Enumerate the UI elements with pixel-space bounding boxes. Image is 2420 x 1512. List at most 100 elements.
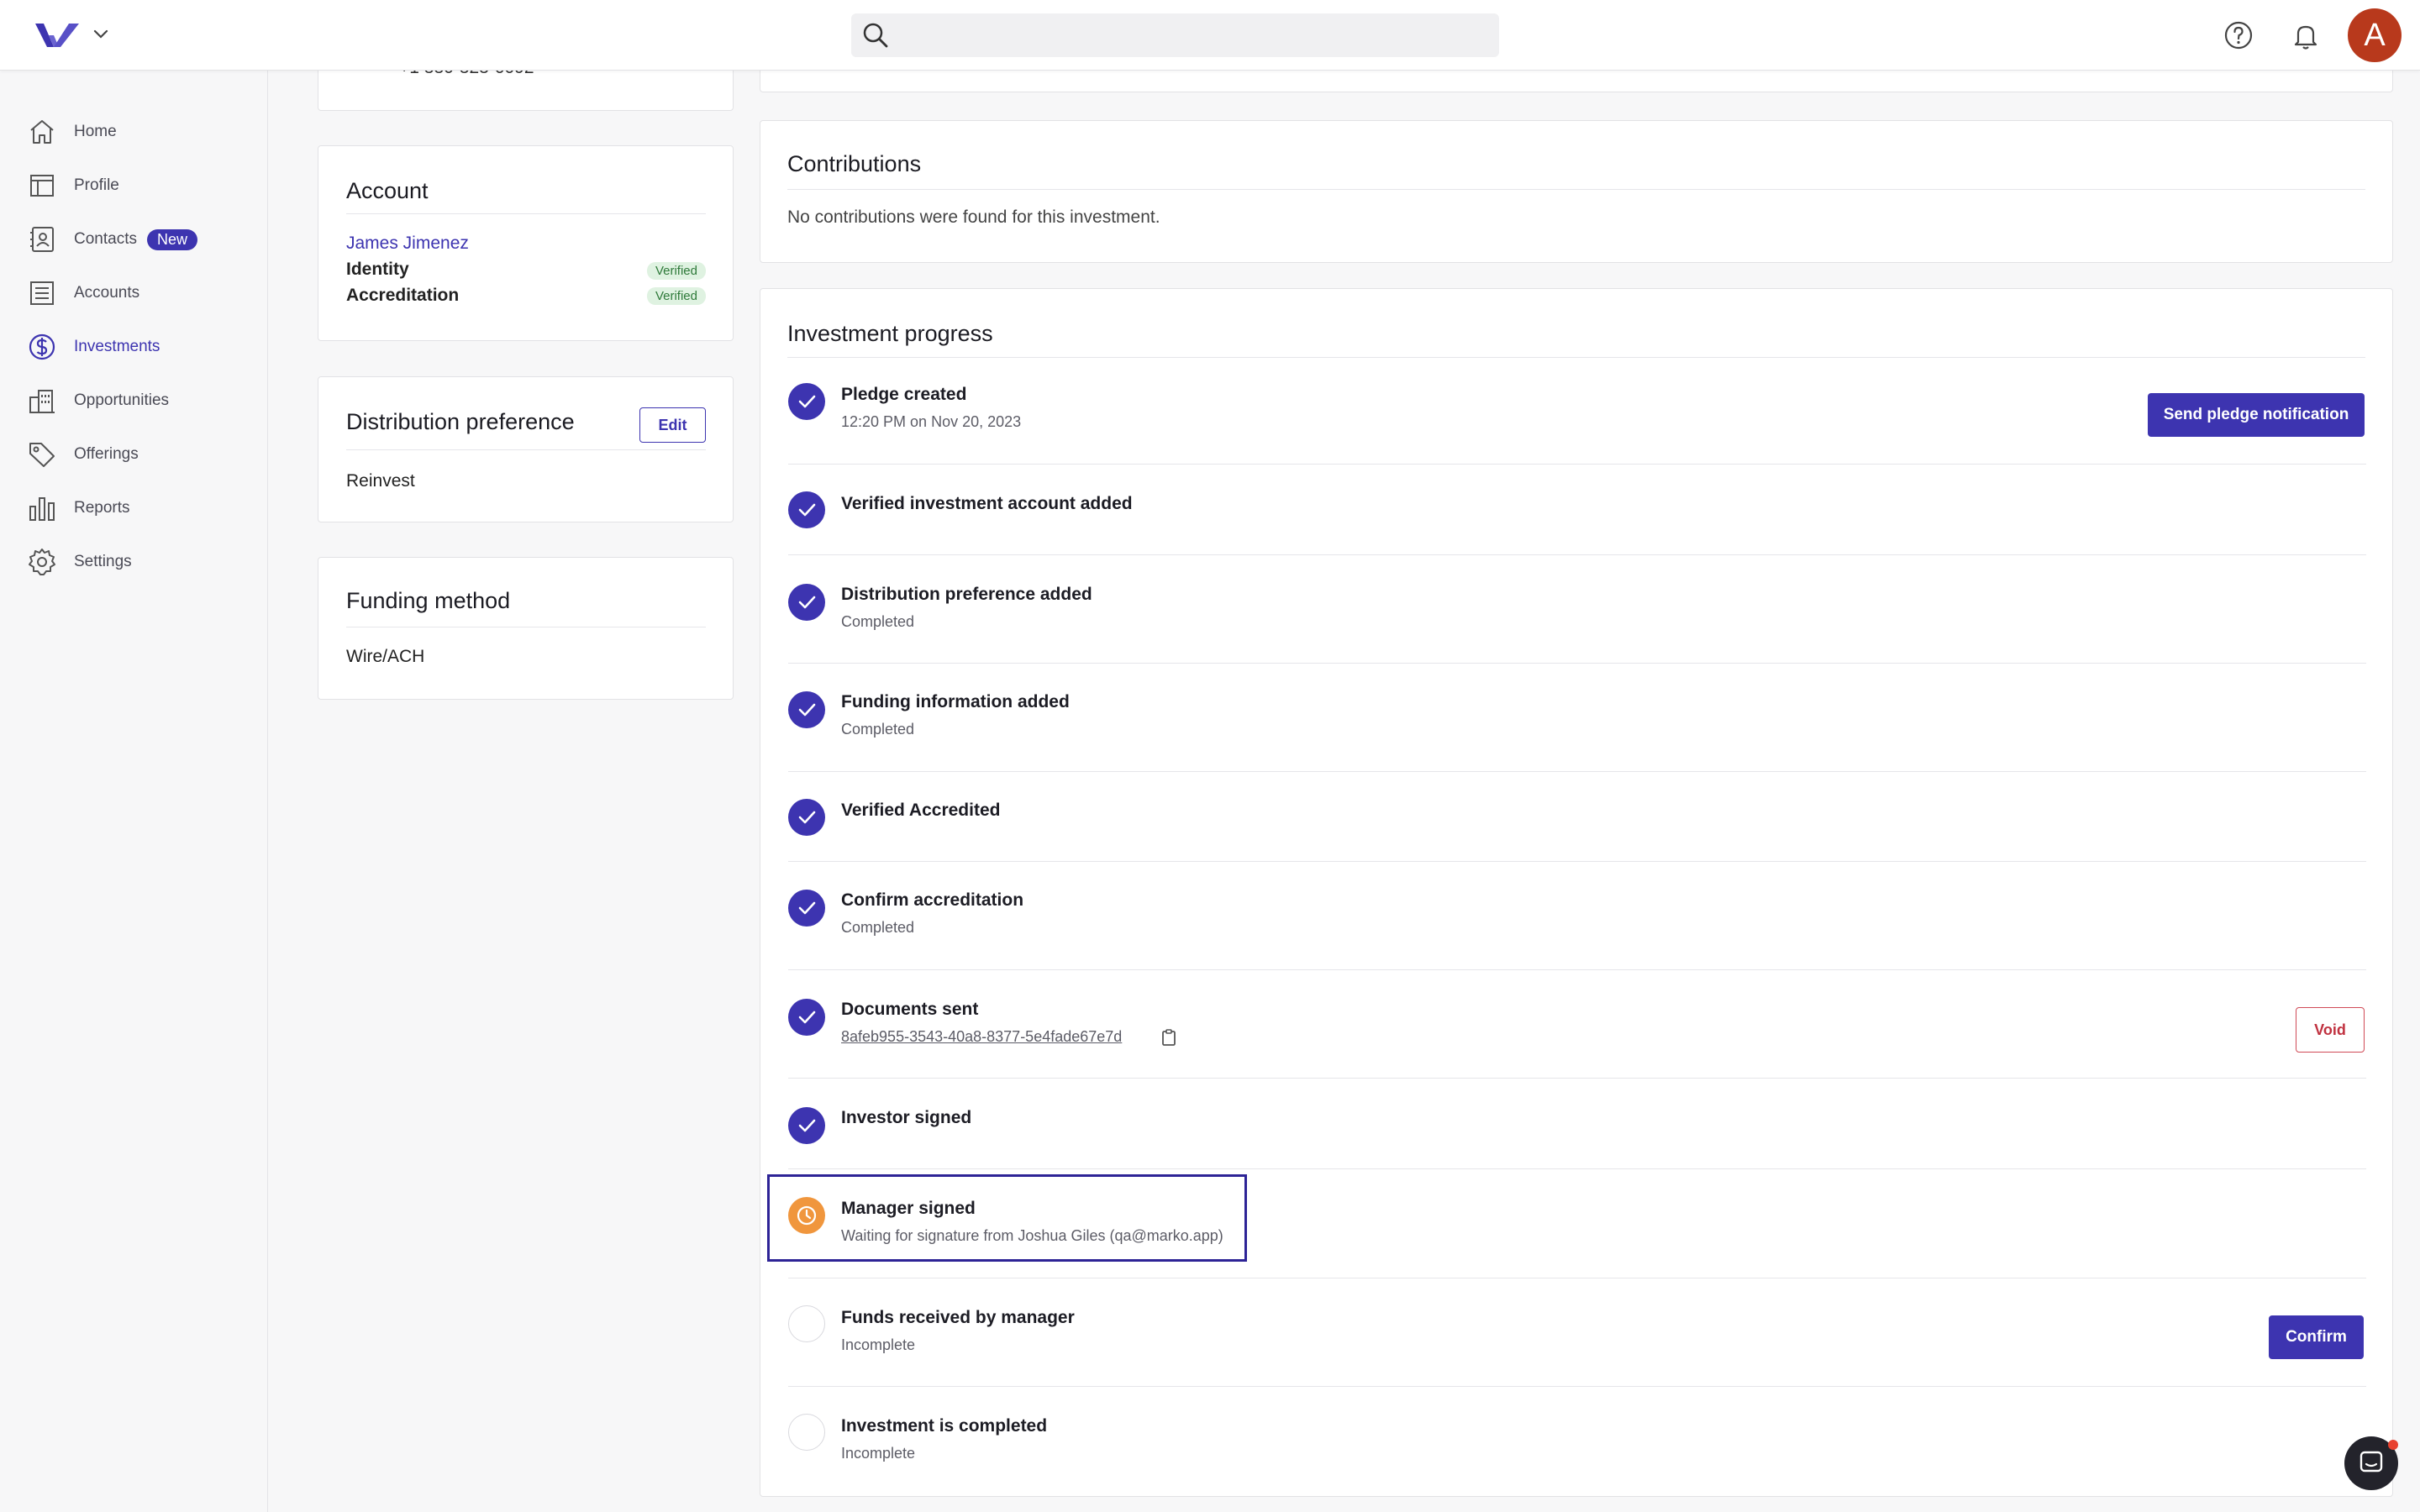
notification-dot — [2388, 1440, 2398, 1450]
empty-status-icon — [788, 1305, 825, 1342]
highlight-box — [767, 1174, 1247, 1262]
contributions-card: Contributions No contributions were foun… — [760, 120, 2393, 263]
check-icon — [788, 491, 825, 528]
step-subtitle: Incomplete — [841, 1445, 916, 1462]
step-confirm-accreditation: Confirm accreditation Completed — [765, 862, 2366, 970]
check-icon — [788, 999, 825, 1036]
edit-button[interactable]: Edit — [639, 407, 706, 443]
divider — [787, 189, 2365, 190]
sidebar-item-label: Opportunities — [74, 391, 170, 409]
empty-status-icon — [788, 1414, 825, 1451]
check-icon — [788, 890, 825, 927]
search-icon — [863, 23, 888, 48]
home-icon — [30, 120, 54, 144]
sidebar-item-home[interactable]: Home — [27, 115, 117, 149]
help-icon[interactable] — [2222, 18, 2255, 52]
account-title: Account — [346, 178, 429, 203]
sidebar: Home Profile Contacts New Accounts Inves… — [0, 71, 268, 1512]
accreditation-status-badge: Verified — [646, 287, 706, 305]
divider — [788, 554, 2366, 555]
sidebar-item-accounts[interactable]: Accounts — [27, 276, 139, 310]
sidebar-item-investments[interactable]: Investments — [27, 330, 160, 364]
step-title: Funds received by manager — [841, 1308, 1075, 1327]
avatar[interactable]: A — [2348, 8, 2402, 62]
top-bar: A — [0, 0, 2420, 71]
divider — [346, 449, 706, 450]
send-pledge-notification-button[interactable]: Send pledge notification — [2148, 393, 2365, 437]
account-name-link[interactable]: James Jimenez — [346, 234, 469, 254]
sidebar-item-offerings[interactable]: Offerings — [27, 438, 139, 471]
step-documents-sent: Documents sent 8afeb955-3543-40a8-8377-5… — [765, 970, 2366, 1079]
sidebar-item-label: Settings — [74, 553, 132, 570]
tag-icon — [29, 443, 55, 467]
contacts-icon — [30, 227, 54, 252]
step-pledge-created: Pledge created 12:20 PM on Nov 20, 2023 … — [765, 368, 2366, 465]
step-investment-completed: Investment is completed Incomplete — [765, 1387, 2366, 1479]
check-icon — [788, 691, 825, 728]
sidebar-item-settings[interactable]: Settings — [27, 545, 132, 579]
void-button[interactable]: Void — [2296, 1007, 2365, 1053]
document-id-link[interactable]: 8afeb955-3543-40a8-8377-5e4fade67e7d — [841, 1028, 1122, 1046]
clipboard-icon[interactable] — [1160, 1028, 1178, 1047]
check-icon — [788, 383, 825, 420]
step-subtitle: 12:20 PM on Nov 20, 2023 — [841, 413, 1022, 430]
bell-icon[interactable] — [2289, 18, 2323, 52]
funding-method-card: Funding method Wire/ACH — [318, 557, 734, 700]
chevron-down-icon[interactable] — [91, 24, 111, 44]
step-funds-received: Funds received by manager Incomplete Con… — [765, 1278, 2366, 1387]
sidebar-item-reports[interactable]: Reports — [27, 491, 130, 525]
bar-chart-icon — [29, 497, 55, 521]
step-title: Documents sent — [841, 1000, 979, 1019]
sidebar-item-opportunities[interactable]: Opportunities — [27, 384, 169, 417]
gear-icon — [29, 549, 55, 575]
step-funding-information: Funding information added Completed — [765, 664, 2366, 772]
confirm-button[interactable]: Confirm — [2269, 1315, 2364, 1359]
new-badge: New — [146, 228, 197, 250]
sidebar-item-label: Investments — [74, 338, 160, 355]
divider — [346, 213, 706, 214]
accreditation-label: Accreditation — [346, 286, 460, 305]
sidebar-item-label: Profile — [74, 176, 119, 194]
step-title: Investment is completed — [841, 1416, 1048, 1436]
step-subtitle: Completed — [841, 613, 915, 630]
check-icon — [788, 799, 825, 836]
contributions-title: Contributions — [787, 151, 922, 176]
check-icon — [788, 584, 825, 621]
accounts-icon — [30, 281, 54, 305]
sidebar-item-profile[interactable]: Profile — [27, 169, 119, 202]
distribution-value: Reinvest — [346, 471, 415, 491]
step-subtitle: Incomplete — [841, 1336, 916, 1353]
check-icon — [788, 1107, 825, 1144]
step-title: Investor signed — [841, 1108, 972, 1127]
identity-status-badge: Verified — [646, 262, 706, 280]
dollar-icon — [29, 333, 55, 360]
step-subtitle: Completed — [841, 721, 915, 738]
progress-title: Investment progress — [787, 321, 993, 346]
divider — [787, 357, 2365, 358]
step-verified-investment-account: Verified investment account added — [765, 465, 2366, 556]
funding-title: Funding method — [346, 588, 511, 613]
identity-label: Identity — [346, 260, 409, 279]
step-title: Funding information added — [841, 692, 1070, 711]
step-title: Verified Accredited — [841, 801, 1001, 820]
sidebar-item-label: Accounts — [74, 284, 140, 302]
sidebar-item-label: Reports — [74, 499, 130, 517]
sidebar-item-label: Contacts — [74, 230, 137, 248]
distribution-title: Distribution preference — [346, 409, 575, 434]
step-distribution-preference: Distribution preference added Completed — [765, 556, 2366, 664]
contributions-empty-text: No contributions were found for this inv… — [787, 207, 1160, 227]
app-logo-icon[interactable] — [35, 20, 79, 50]
step-title: Pledge created — [841, 385, 967, 404]
funding-value: Wire/ACH — [346, 647, 425, 666]
step-title: Verified investment account added — [841, 494, 1133, 513]
step-title: Confirm accreditation — [841, 890, 1024, 910]
search-input[interactable] — [851, 13, 1499, 57]
step-title: Distribution preference added — [841, 585, 1092, 604]
profile-icon — [30, 175, 54, 197]
building-icon — [29, 390, 55, 413]
sidebar-item-label: Offerings — [74, 445, 139, 463]
sidebar-item-contacts[interactable]: Contacts New — [27, 223, 197, 256]
distribution-preference-card: Distribution preference Edit Reinvest — [318, 376, 734, 522]
sidebar-item-label: Home — [74, 123, 117, 140]
step-subtitle: Completed — [841, 919, 915, 936]
